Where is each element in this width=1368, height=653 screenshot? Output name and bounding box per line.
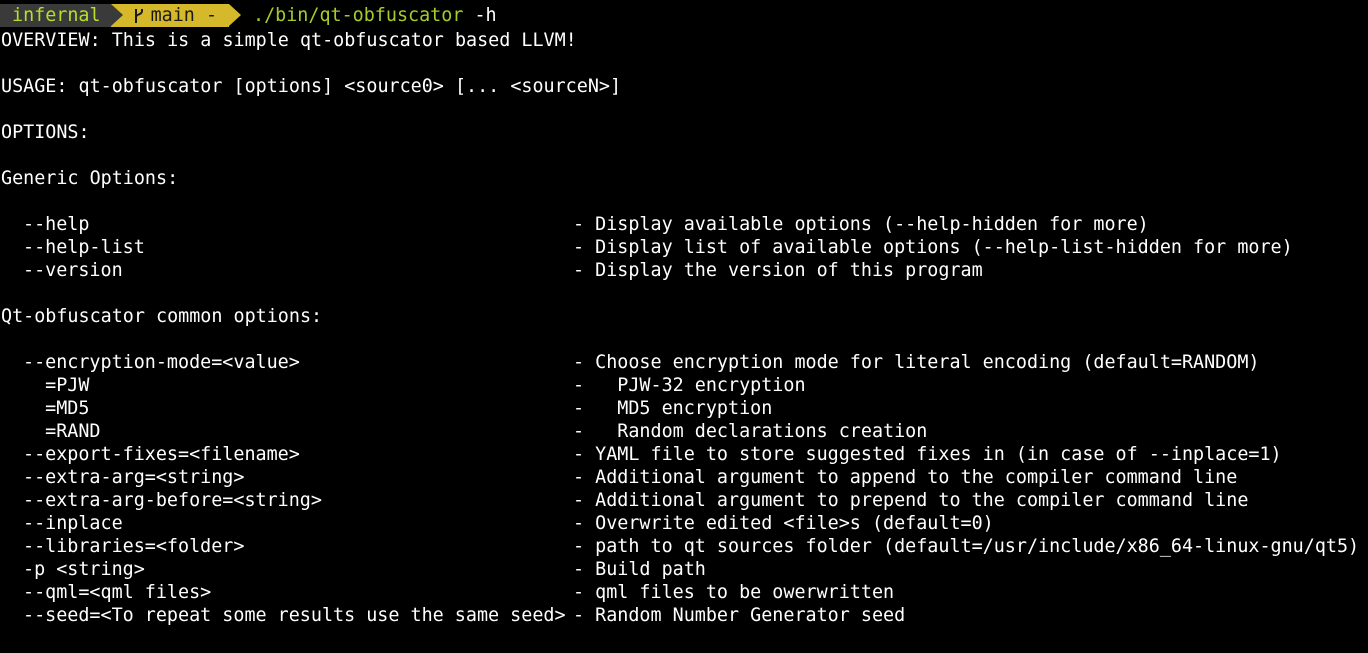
option-description: - Display list of available options (--h… [573, 237, 1293, 258]
terminal-window[interactable]: infernal main - ./bin/qt-obfuscator -h O… [0, 0, 1368, 653]
prompt-git-branch: main - [150, 5, 218, 26]
command-arg-spacer [463, 4, 474, 27]
option-flag: =MD5 [23, 398, 90, 419]
option-description: - Additional argument to prepend to the … [573, 490, 1249, 511]
options-header: OPTIONS: [1, 122, 90, 143]
option-flag: =PJW [23, 375, 90, 396]
option-description: - PJW-32 encryption [573, 375, 806, 396]
option-description: - Random Number Generator seed [573, 605, 906, 626]
option-description: - Display the version of this program [573, 260, 983, 281]
shell-prompt: infernal main - ./bin/qt-obfuscator -h [0, 4, 497, 27]
option-flag: =RAND [23, 421, 101, 442]
option-flag: --extra-arg-before=<string> [23, 490, 322, 511]
option-description: - Choose encryption mode for literal enc… [573, 352, 1260, 373]
generic-options-header: Generic Options: [1, 168, 179, 189]
option-flag: -p <string> [23, 559, 145, 580]
option-flag: --inplace [23, 513, 123, 534]
option-flag: --seed=<To repeat some results use the s… [23, 605, 566, 626]
option-flag: --help [23, 214, 90, 235]
git-branch-icon [134, 8, 143, 23]
option-description: - Display available options (--help-hidd… [573, 214, 1149, 235]
option-description: - qml files to be owerwritten [573, 582, 895, 603]
prompt-hostname: infernal [0, 4, 123, 27]
option-flag: --help-list [23, 237, 145, 258]
option-description: - Additional argument to append to the c… [573, 467, 1238, 488]
option-flag: --version [23, 260, 123, 281]
prompt-git-segment: main - [110, 4, 242, 27]
option-description: - MD5 encryption [573, 398, 773, 419]
command-text: ./bin/qt-obfuscator [253, 5, 464, 26]
option-flag: --export-fixes=<filename> [23, 444, 300, 465]
option-flag: --qml=<qml files> [23, 582, 212, 603]
option-flag: --encryption-mode=<value> [23, 352, 300, 373]
overview-line: OVERVIEW: This is a simple qt-obfuscator… [1, 30, 577, 51]
option-description: - Overwrite edited <file>s (default=0) [573, 513, 994, 534]
option-description: - path to qt sources folder (default=/us… [573, 536, 1360, 557]
option-flag: --extra-arg=<string> [23, 467, 245, 488]
option-description: - YAML file to store suggested fixes in … [573, 444, 1282, 465]
option-flag: --libraries=<folder> [23, 536, 245, 557]
usage-line: USAGE: qt-obfuscator [options] <source0>… [1, 76, 622, 97]
option-description: - Random declarations creation [573, 421, 928, 442]
common-options-header: Qt-obfuscator common options: [1, 306, 323, 327]
option-description: - Build path [573, 559, 706, 580]
command-argument: -h [474, 5, 497, 26]
